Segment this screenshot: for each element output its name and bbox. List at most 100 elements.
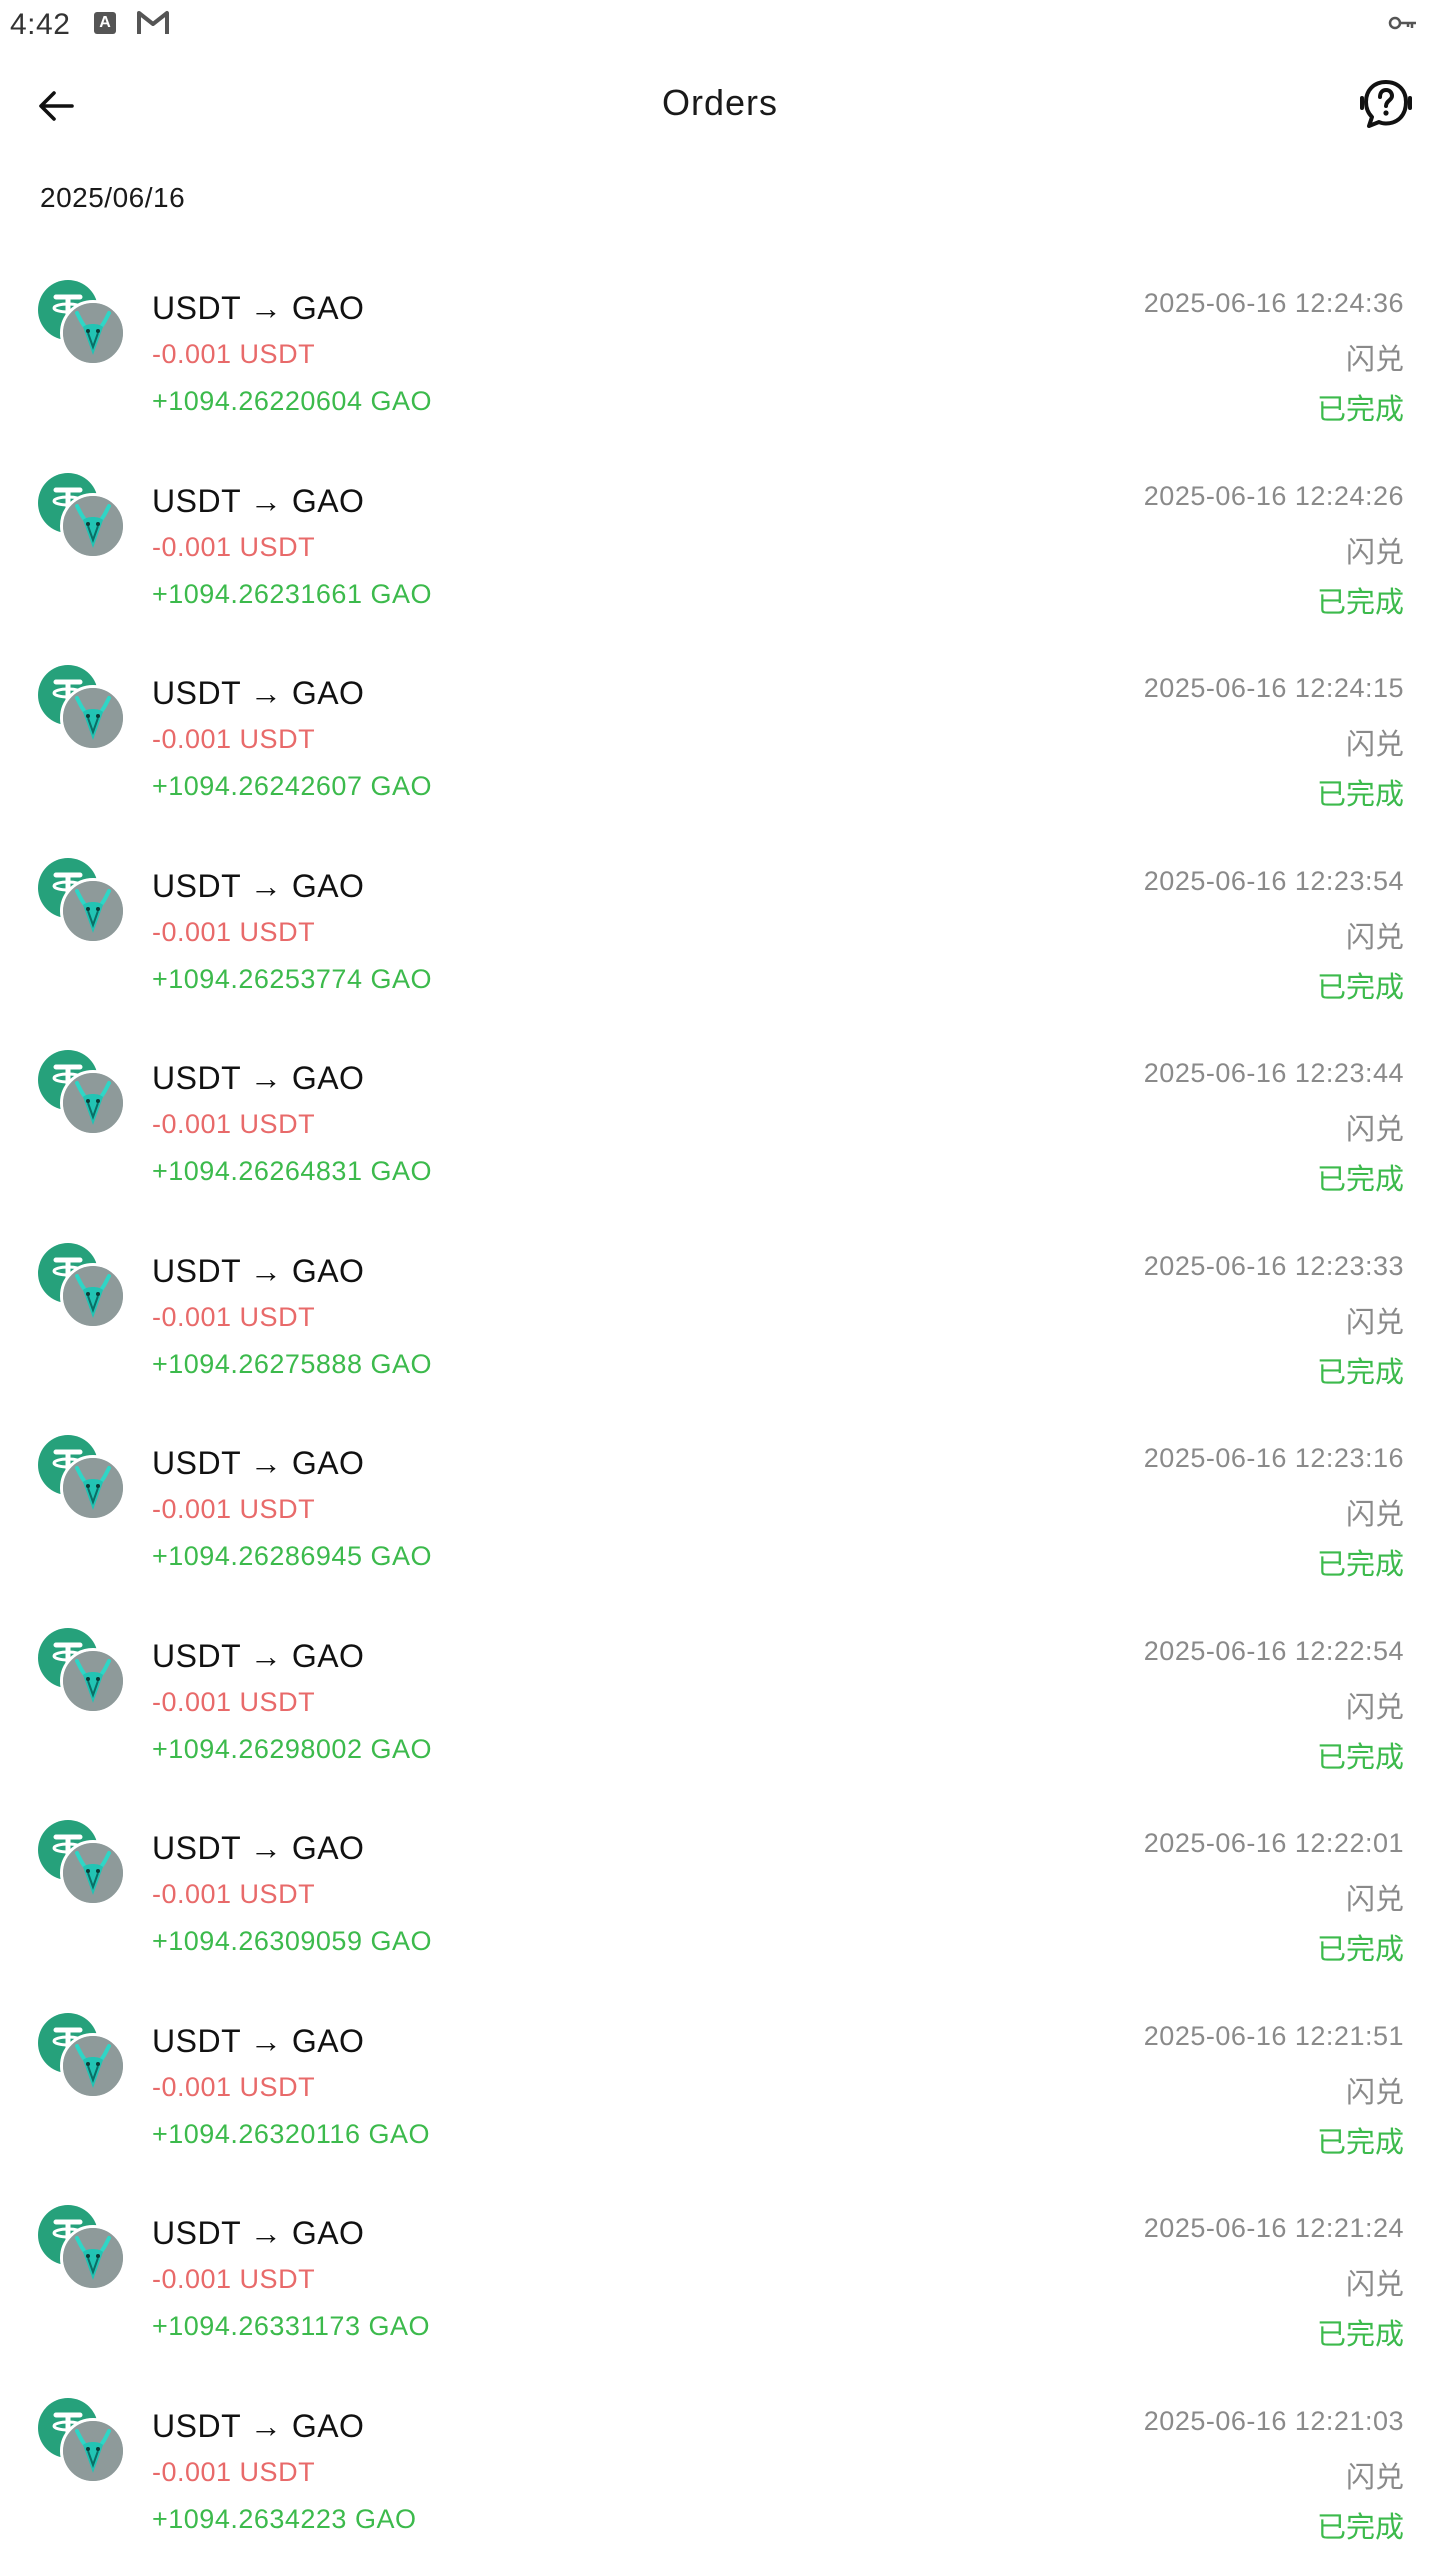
order-type: 闪兑 xyxy=(1346,336,1404,378)
order-title: USDT → GAO xyxy=(152,1830,364,1867)
gao-coin-icon xyxy=(60,300,126,366)
support-button[interactable] xyxy=(1354,74,1418,138)
coin-pair-icon xyxy=(38,2013,134,2109)
order-debit-amount: -0.001 USDT xyxy=(152,2072,315,2103)
gao-coin-icon xyxy=(60,1263,126,1329)
order-credit-amount: +1094.26298002 GAO xyxy=(152,1734,432,1765)
order-list-item[interactable]: USDT → GAO -0.001 USDT +1094.26253774 GA… xyxy=(0,844,1440,1037)
page-title: Orders xyxy=(0,82,1440,124)
order-status: 已完成 xyxy=(1317,579,1404,621)
order-list-item[interactable]: USDT → GAO -0.001 USDT +1094.26220604 GA… xyxy=(0,266,1440,459)
order-type: 闪兑 xyxy=(1346,1491,1404,1533)
order-title: USDT → GAO xyxy=(152,1060,364,1097)
order-list-item[interactable]: USDT → GAO -0.001 USDT +1094.26242607 GA… xyxy=(0,651,1440,844)
order-list-item[interactable]: USDT → GAO -0.001 USDT +1094.26264831 GA… xyxy=(0,1036,1440,1229)
order-timestamp: 2025-06-16 12:24:15 xyxy=(1144,673,1404,704)
order-status: 已完成 xyxy=(1317,2311,1404,2353)
order-list-item[interactable]: USDT → GAO -0.001 USDT +1094.26298002 GA… xyxy=(0,1614,1440,1807)
order-list: USDT → GAO -0.001 USDT +1094.26220604 GA… xyxy=(0,266,1440,2576)
order-title: USDT → GAO xyxy=(152,483,364,520)
order-type: 闪兑 xyxy=(1346,529,1404,571)
gao-coin-icon xyxy=(60,2225,126,2291)
order-type: 闪兑 xyxy=(1346,2454,1404,2496)
gao-coin-icon xyxy=(60,878,126,944)
order-status: 已完成 xyxy=(1317,1156,1404,1198)
coin-pair-icon xyxy=(38,858,134,954)
order-type: 闪兑 xyxy=(1346,914,1404,956)
coin-pair-icon xyxy=(38,2398,134,2494)
order-title: USDT → GAO xyxy=(152,2408,364,2445)
order-list-item[interactable]: USDT → GAO -0.001 USDT +1094.26275888 GA… xyxy=(0,1229,1440,1422)
status-time: 4:42 xyxy=(10,8,70,42)
order-type: 闪兑 xyxy=(1346,1106,1404,1148)
order-timestamp: 2025-06-16 12:24:36 xyxy=(1144,288,1404,319)
gao-coin-icon xyxy=(60,493,126,559)
order-status: 已完成 xyxy=(1317,1734,1404,1776)
order-title: USDT → GAO xyxy=(152,868,364,905)
coin-pair-icon xyxy=(38,1435,134,1531)
order-title: USDT → GAO xyxy=(152,290,364,327)
gao-coin-icon xyxy=(60,685,126,751)
gao-coin-icon xyxy=(60,1455,126,1521)
vpn-key-icon xyxy=(1388,14,1418,32)
order-timestamp: 2025-06-16 12:23:33 xyxy=(1144,1251,1404,1282)
order-credit-amount: +1094.2634223 GAO xyxy=(152,2504,416,2535)
order-title: USDT → GAO xyxy=(152,1638,364,1675)
order-timestamp: 2025-06-16 12:23:16 xyxy=(1144,1443,1404,1474)
app-header: Orders xyxy=(0,48,1440,160)
order-type: 闪兑 xyxy=(1346,1684,1404,1726)
gao-coin-icon xyxy=(60,1070,126,1136)
order-list-item[interactable]: USDT → GAO -0.001 USDT +1094.26286945 GA… xyxy=(0,1421,1440,1614)
order-credit-amount: +1094.26309059 GAO xyxy=(152,1926,432,1957)
gmail-icon xyxy=(136,8,170,38)
gao-coin-icon xyxy=(60,1840,126,1906)
order-timestamp: 2025-06-16 12:23:54 xyxy=(1144,866,1404,897)
gao-coin-icon xyxy=(60,2033,126,2099)
date-heading: 2025/06/16 xyxy=(40,182,185,214)
order-timestamp: 2025-06-16 12:22:54 xyxy=(1144,1636,1404,1667)
coin-pair-icon xyxy=(38,1628,134,1724)
order-list-item[interactable]: USDT → GAO -0.001 USDT +1094.26331173 GA… xyxy=(0,2191,1440,2384)
order-debit-amount: -0.001 USDT xyxy=(152,2264,315,2295)
coin-pair-icon xyxy=(38,665,134,761)
order-debit-amount: -0.001 USDT xyxy=(152,1879,315,1910)
gao-coin-icon xyxy=(60,1648,126,1714)
order-debit-amount: -0.001 USDT xyxy=(152,339,315,370)
order-list-item[interactable]: USDT → GAO -0.001 USDT +1094.26231661 GA… xyxy=(0,459,1440,652)
order-type: 闪兑 xyxy=(1346,721,1404,763)
coin-pair-icon xyxy=(38,473,134,569)
order-debit-amount: -0.001 USDT xyxy=(152,532,315,563)
coin-pair-icon xyxy=(38,2205,134,2301)
order-timestamp: 2025-06-16 12:21:03 xyxy=(1144,2406,1404,2437)
order-title: USDT → GAO xyxy=(152,675,364,712)
order-list-item[interactable]: USDT → GAO -0.001 USDT +1094.26320116 GA… xyxy=(0,1999,1440,2192)
app-a-icon: A xyxy=(94,12,116,34)
order-debit-amount: -0.001 USDT xyxy=(152,724,315,755)
order-timestamp: 2025-06-16 12:22:01 xyxy=(1144,1828,1404,1859)
order-credit-amount: +1094.26253774 GAO xyxy=(152,964,432,995)
order-credit-amount: +1094.26264831 GAO xyxy=(152,1156,432,1187)
order-status: 已完成 xyxy=(1317,1349,1404,1391)
order-type: 闪兑 xyxy=(1346,1876,1404,1918)
order-title: USDT → GAO xyxy=(152,1445,364,1482)
order-timestamp: 2025-06-16 12:21:51 xyxy=(1144,2021,1404,2052)
coin-pair-icon xyxy=(38,1820,134,1916)
order-debit-amount: -0.001 USDT xyxy=(152,1494,315,1525)
order-list-item[interactable]: USDT → GAO -0.001 USDT +1094.2634223 GAO… xyxy=(0,2384,1440,2576)
order-title: USDT → GAO xyxy=(152,2023,364,2060)
order-debit-amount: -0.001 USDT xyxy=(152,1302,315,1333)
order-title: USDT → GAO xyxy=(152,1253,364,1290)
gao-coin-icon xyxy=(60,2418,126,2484)
order-timestamp: 2025-06-16 12:21:24 xyxy=(1144,2213,1404,2244)
order-list-item[interactable]: USDT → GAO -0.001 USDT +1094.26309059 GA… xyxy=(0,1806,1440,1999)
order-debit-amount: -0.001 USDT xyxy=(152,1687,315,1718)
order-status: 已完成 xyxy=(1317,1541,1404,1583)
order-credit-amount: +1094.26320116 GAO xyxy=(152,2119,430,2150)
order-credit-amount: +1094.26286945 GAO xyxy=(152,1541,432,1572)
order-type: 闪兑 xyxy=(1346,2069,1404,2111)
order-status: 已完成 xyxy=(1317,771,1404,813)
order-status: 已完成 xyxy=(1317,2504,1404,2546)
order-timestamp: 2025-06-16 12:23:44 xyxy=(1144,1058,1404,1089)
coin-pair-icon xyxy=(38,280,134,376)
order-type: 闪兑 xyxy=(1346,1299,1404,1341)
